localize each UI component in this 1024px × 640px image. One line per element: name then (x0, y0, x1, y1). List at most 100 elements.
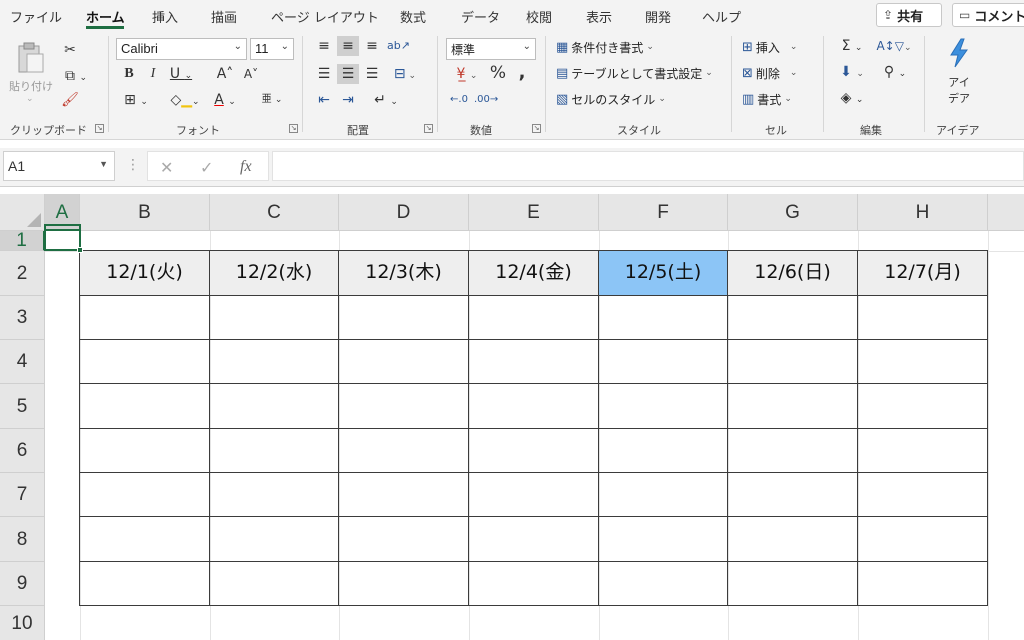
column-header-e[interactable]: E (469, 194, 599, 231)
align-bottom-icon[interactable]: ≡ (361, 36, 383, 56)
table-cell[interactable] (339, 517, 469, 562)
table-cell[interactable] (80, 473, 210, 517)
autosum-icon[interactable]: Σ ⌄ (836, 36, 868, 58)
number-format-combo[interactable]: 標準 ⌄ (446, 38, 536, 60)
date-header-cell[interactable]: 12/6(日) (728, 251, 858, 296)
table-cell[interactable] (469, 562, 599, 606)
date-header-cell[interactable]: 12/7(月) (858, 251, 988, 296)
table-cell[interactable] (858, 473, 988, 517)
tab-draw[interactable]: 描画 (211, 7, 237, 26)
worksheet-grid[interactable]: A B C D E F G H 1 2 3 4 5 6 7 8 9 10 12/… (0, 186, 1024, 640)
table-cell[interactable] (210, 296, 339, 340)
tab-developer[interactable]: 開発 (645, 7, 671, 26)
table-cell[interactable] (210, 517, 339, 562)
table-cell[interactable] (728, 340, 858, 384)
table-cell[interactable] (858, 340, 988, 384)
tab-help[interactable]: ヘルプ (702, 7, 741, 26)
table-cell[interactable] (469, 429, 599, 473)
increase-decimal-icon[interactable]: ←.0 (447, 90, 471, 110)
increase-indent-icon[interactable]: ⇥ (337, 90, 359, 110)
tab-formulas[interactable]: 数式 (400, 7, 426, 26)
font-launcher-icon[interactable]: ↘ (289, 124, 298, 133)
ideas-button[interactable]: アイ デア (936, 36, 982, 116)
enter-icon[interactable]: ✓ (200, 158, 213, 177)
orientation-icon[interactable]: ab↗ (387, 36, 410, 56)
number-launcher-icon[interactable]: ↘ (532, 124, 541, 133)
table-cell[interactable] (210, 340, 339, 384)
decrease-indent-icon[interactable]: ⇤ (313, 90, 335, 110)
fill-color-icon[interactable]: ◇▁⌄ (166, 90, 204, 112)
clear-icon[interactable]: ◈ ⌄ (836, 88, 868, 110)
table-cell[interactable] (80, 429, 210, 473)
fill-handle[interactable] (77, 247, 83, 253)
font-size-combo[interactable]: 11 ⌄ (250, 38, 294, 60)
date-header-cell-highlighted[interactable]: 12/5(土) (599, 251, 728, 296)
name-box[interactable]: A1 ▼ (3, 151, 115, 181)
column-header-g[interactable]: G (728, 194, 858, 231)
table-cell[interactable] (728, 517, 858, 562)
tab-home[interactable]: ホーム (86, 7, 125, 26)
table-cell[interactable] (339, 473, 469, 517)
table-cell[interactable] (599, 562, 728, 606)
format-cells-button[interactable]: ▥ 書式 ⌄ (742, 88, 792, 110)
format-painter-icon[interactable]: 🖌 (60, 90, 80, 110)
sort-filter-icon[interactable]: A↕▽⌄ (876, 36, 912, 58)
row-header-9[interactable]: 9 (0, 562, 45, 606)
column-header-i[interactable] (988, 194, 1024, 231)
row-header-10[interactable]: 10 (0, 606, 45, 640)
table-cell[interactable] (339, 562, 469, 606)
italic-icon[interactable]: I (144, 64, 162, 84)
merge-center-icon[interactable]: ⊟ ⌄ (387, 64, 423, 86)
formula-input[interactable] (272, 151, 1024, 181)
table-cell[interactable] (339, 384, 469, 429)
percent-icon[interactable]: % (488, 63, 508, 83)
column-header-f[interactable]: F (599, 194, 728, 231)
table-cell[interactable] (469, 384, 599, 429)
decrease-font-icon[interactable]: A˅ (240, 64, 262, 84)
table-cell[interactable] (858, 384, 988, 429)
tab-review[interactable]: 校閲 (526, 7, 552, 26)
table-cell[interactable] (599, 384, 728, 429)
row-header-6[interactable]: 6 (0, 429, 45, 473)
tab-page-layout[interactable]: ページ レイアウト (271, 7, 379, 26)
row-header-8[interactable]: 8 (0, 517, 45, 562)
table-cell[interactable] (339, 340, 469, 384)
table-cell[interactable] (80, 340, 210, 384)
insert-function-icon[interactable]: fx (240, 158, 252, 176)
increase-font-icon[interactable]: A˄ (214, 64, 236, 84)
table-cell[interactable] (599, 429, 728, 473)
find-select-icon[interactable]: ⚲ ⌄ (878, 62, 912, 84)
date-header-cell[interactable]: 12/4(金) (469, 251, 599, 296)
table-cell[interactable] (469, 517, 599, 562)
table-cell[interactable] (80, 517, 210, 562)
comma-icon[interactable]: , (514, 63, 530, 83)
table-cell[interactable] (728, 562, 858, 606)
conditional-formatting-button[interactable]: ▦ 条件付き書式 ⌄ (556, 36, 654, 58)
tab-view[interactable]: 表示 (586, 7, 612, 26)
table-cell[interactable] (599, 340, 728, 384)
cut-icon[interactable]: ✂ (60, 40, 80, 60)
paste-button[interactable]: 貼り付け ⌄ (8, 40, 54, 120)
table-cell[interactable] (858, 296, 988, 340)
comments-button[interactable]: ▭ コメント (952, 3, 1024, 27)
tab-file[interactable]: ファイル (10, 7, 62, 26)
table-cell[interactable] (469, 296, 599, 340)
row-header-3[interactable]: 3 (0, 296, 45, 340)
align-right-icon[interactable]: ☰ (361, 64, 383, 84)
align-middle-icon[interactable]: ≡ (337, 36, 359, 56)
column-header-d[interactable]: D (339, 194, 469, 231)
active-cell-a1[interactable] (44, 224, 81, 251)
table-cell[interactable] (210, 473, 339, 517)
table-cell[interactable] (80, 562, 210, 606)
table-cell[interactable] (210, 429, 339, 473)
table-cell[interactable] (210, 562, 339, 606)
underline-icon[interactable]: U ⌄ (166, 64, 196, 86)
row-header-2[interactable]: 2 (0, 251, 45, 296)
column-header-c[interactable]: C (210, 194, 339, 231)
table-cell[interactable] (339, 429, 469, 473)
table-cell[interactable] (599, 296, 728, 340)
table-cell[interactable] (469, 473, 599, 517)
delete-cells-button[interactable]: ⊠ 削除 ⌄ (742, 62, 797, 84)
table-cell[interactable] (728, 296, 858, 340)
align-top-icon[interactable]: ≡ (313, 36, 335, 56)
